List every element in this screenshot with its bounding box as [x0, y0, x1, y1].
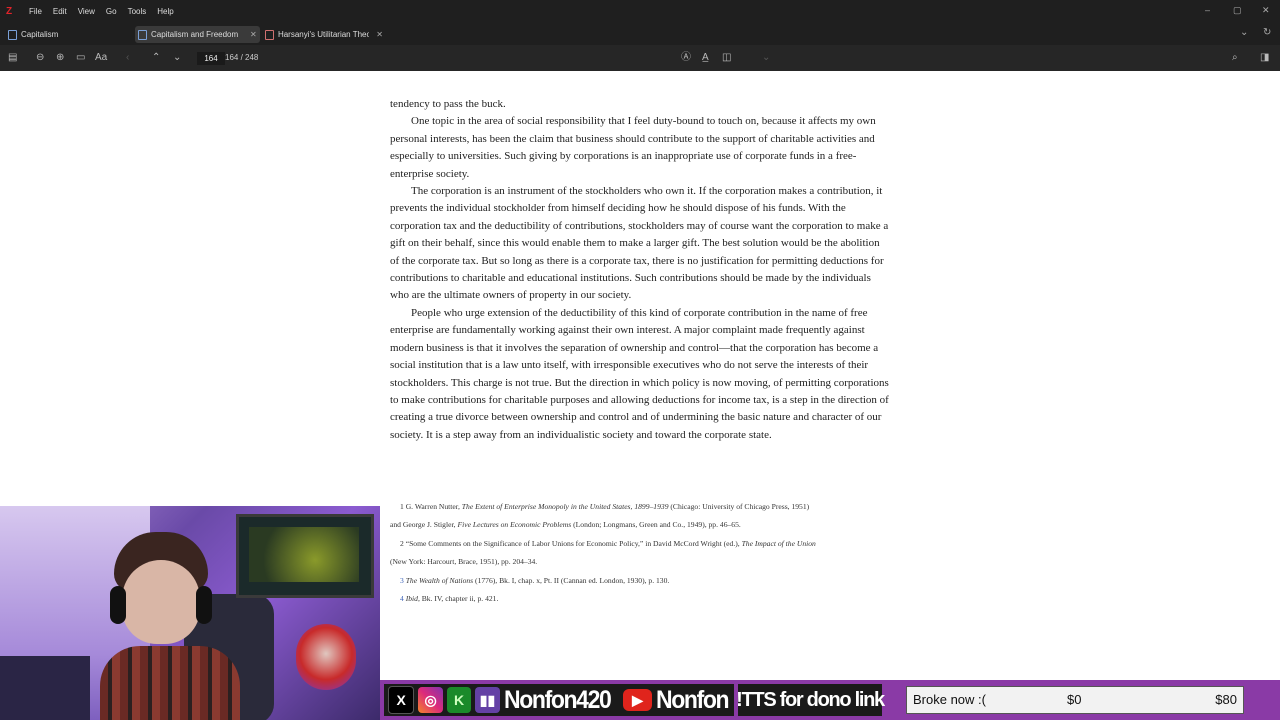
zoom-in-icon[interactable]: ⊕ — [56, 52, 64, 64]
goal-target: $80 — [1215, 692, 1237, 707]
handle-youtube: Nonfon — [655, 685, 730, 714]
footnote-text: , Bk. IV, chapter ii, p. 421. — [417, 594, 499, 604]
footnote-text: (New York: Harcourt, Brace, 1951), pp. 2… — [390, 557, 538, 567]
footnote-text: “Some Comments on the Significance of La… — [405, 538, 742, 548]
menu-help[interactable]: Help — [157, 7, 173, 16]
footnote-number[interactable]: 1 — [400, 502, 404, 511]
book-icon — [138, 29, 147, 40]
page-number-input[interactable]: 164 — [197, 52, 225, 65]
document-body: tendency to pass the buck. One topic in … — [390, 96, 890, 444]
decorative-mask — [296, 624, 356, 690]
footnote-number[interactable]: 2 — [400, 539, 404, 548]
wall-picture — [236, 514, 374, 598]
twitch-icon: ▮▮ — [475, 687, 500, 713]
footnote: 2 “Some Comments on the Significance of … — [390, 535, 890, 553]
footnote-number[interactable]: 3 — [400, 576, 404, 585]
webcam-overlay — [0, 506, 380, 720]
search-icon[interactable]: ⌕ — [1232, 52, 1238, 64]
youtube-icon: ▶ — [623, 689, 652, 711]
tabs-menu-icon[interactable]: ⌄ — [1240, 27, 1248, 38]
maximize-icon[interactable]: ▢ — [1233, 5, 1242, 16]
footnote-text: (London; Longmans, Green and Co., 1949),… — [571, 520, 741, 530]
tab-bar: Capitalism Capitalism and Freedom ✕ Hars… — [0, 23, 1280, 45]
paragraph: People who urge extension of the deducti… — [390, 306, 889, 441]
stream-bar: X ◎ K ▮▮ Nonfon420 ▶ Nonfon !TTS for don… — [380, 680, 1280, 720]
page-down-icon[interactable]: ⌄ — [173, 52, 181, 64]
footnote-title: The Extent of Enterprise Monopoly in the… — [461, 502, 669, 511]
color-dropdown-icon[interactable]: ⌄ — [762, 52, 770, 64]
highlight-icon[interactable]: Ⓐ — [681, 52, 691, 64]
kick-icon: K — [446, 687, 472, 713]
note-icon[interactable]: ◫ — [722, 52, 731, 64]
zoom-out-icon[interactable]: ⊖ — [36, 52, 44, 64]
footnote-title: Five Lectures on Economic Problems — [457, 520, 572, 530]
library-icon — [8, 29, 17, 40]
minimize-icon[interactable]: – — [1205, 5, 1210, 15]
tts-banner: !TTS for dono link — [736, 684, 885, 716]
instagram-icon: ◎ — [418, 687, 443, 713]
tab-label: Harsanyi's Utilitarian Theo — [277, 30, 370, 39]
close-tab-icon[interactable]: ✕ — [376, 30, 383, 39]
sidebar-icon[interactable]: ▤ — [8, 52, 17, 64]
footnote-title: The Wealth of Nations — [405, 575, 474, 585]
menu-view[interactable]: View — [78, 7, 95, 16]
footnote-text: (1776), Bk. I, chap. x, Pt. II (Cannan e… — [473, 575, 670, 585]
footnotes: 1 G. Warren Nutter, The Extent of Enterp… — [390, 498, 890, 608]
close-tab-icon[interactable]: ✕ — [250, 30, 257, 39]
footnote: 4 Ibid, Bk. IV, chapter ii, p. 421. — [390, 590, 890, 608]
plaid-shirt — [100, 646, 240, 720]
tab-label: Capitalism and Freedom — [151, 30, 239, 39]
menu-edit[interactable]: Edit — [53, 7, 67, 16]
footnote: 1 G. Warren Nutter, The Extent of Enterp… — [390, 498, 890, 516]
headphone-right — [196, 586, 212, 624]
donation-goal: Broke now :( $0 $80 — [906, 686, 1244, 714]
paragraph: One topic in the area of social responsi… — [390, 115, 876, 180]
back-icon[interactable]: ‹ — [126, 52, 129, 64]
close-window-icon[interactable]: ✕ — [1262, 5, 1270, 16]
menu-bar: Z File Edit View Go Tools Help – ▢ ✕ — [0, 0, 1280, 23]
microphone-arm — [0, 656, 90, 720]
page-up-icon[interactable]: ⌃ — [152, 52, 160, 64]
headphone-left — [110, 586, 126, 624]
footnote-text: G. Warren Nutter, — [405, 502, 462, 511]
tab-library[interactable]: Capitalism — [8, 26, 128, 43]
fit-icon[interactable]: ▭ — [76, 52, 85, 64]
footnote-title: The Impact of the Union — [741, 538, 816, 548]
footnote-number[interactable]: 4 — [400, 594, 404, 603]
font-icon[interactable]: Aa — [95, 52, 107, 64]
menu-file[interactable]: File — [29, 7, 42, 16]
footnote-title: Ibid — [405, 594, 418, 604]
paragraph: The corporation is an instrument of the … — [390, 185, 889, 302]
face — [122, 560, 200, 644]
paragraph: tendency to pass the buck. — [390, 98, 506, 110]
social-links: X ◎ K ▮▮ Nonfon420 ▶ Nonfon — [384, 684, 734, 716]
footnote-text: and George J. Stigler, — [390, 520, 458, 530]
pdf-icon — [265, 29, 274, 40]
footnote: and George J. Stigler, Five Lectures on … — [390, 516, 890, 534]
menu-tools[interactable]: Tools — [128, 7, 147, 16]
menu-go[interactable]: Go — [106, 7, 117, 16]
x-icon: X — [388, 686, 415, 714]
sync-icon[interactable]: ↻ — [1263, 27, 1271, 38]
tab-harsanyi[interactable]: Harsanyi's Utilitarian Theo ✕ — [265, 26, 383, 43]
underline-icon[interactable]: A̲ — [702, 52, 709, 64]
tab-capitalism-and-freedom[interactable]: Capitalism and Freedom ✕ — [135, 26, 260, 43]
goal-current: $0 — [1067, 692, 1082, 707]
handle-twitch: Nonfon420 — [503, 685, 612, 714]
tab-label: Capitalism — [21, 30, 59, 39]
goal-label: Broke now :( — [913, 692, 986, 707]
reader-toolbar: ▤ ⊖ ⊕ ▭ Aa ‹ ⌃ ⌄ Ⓐ A̲ ◫ ⌄ ⌕ ◨ — [0, 45, 1280, 71]
footnote: 3 The Wealth of Nations (1776), Bk. I, c… — [390, 572, 890, 590]
footnote: (New York: Harcourt, Brace, 1951), pp. 2… — [390, 553, 890, 571]
page-count: 164 / 248 — [225, 53, 259, 62]
streamer — [100, 532, 240, 720]
context-pane-icon[interactable]: ◨ — [1260, 52, 1269, 64]
footnote-text: (Chicago: University of Chicago Press, 1… — [668, 502, 810, 511]
app-logo-icon: Z — [6, 6, 13, 17]
